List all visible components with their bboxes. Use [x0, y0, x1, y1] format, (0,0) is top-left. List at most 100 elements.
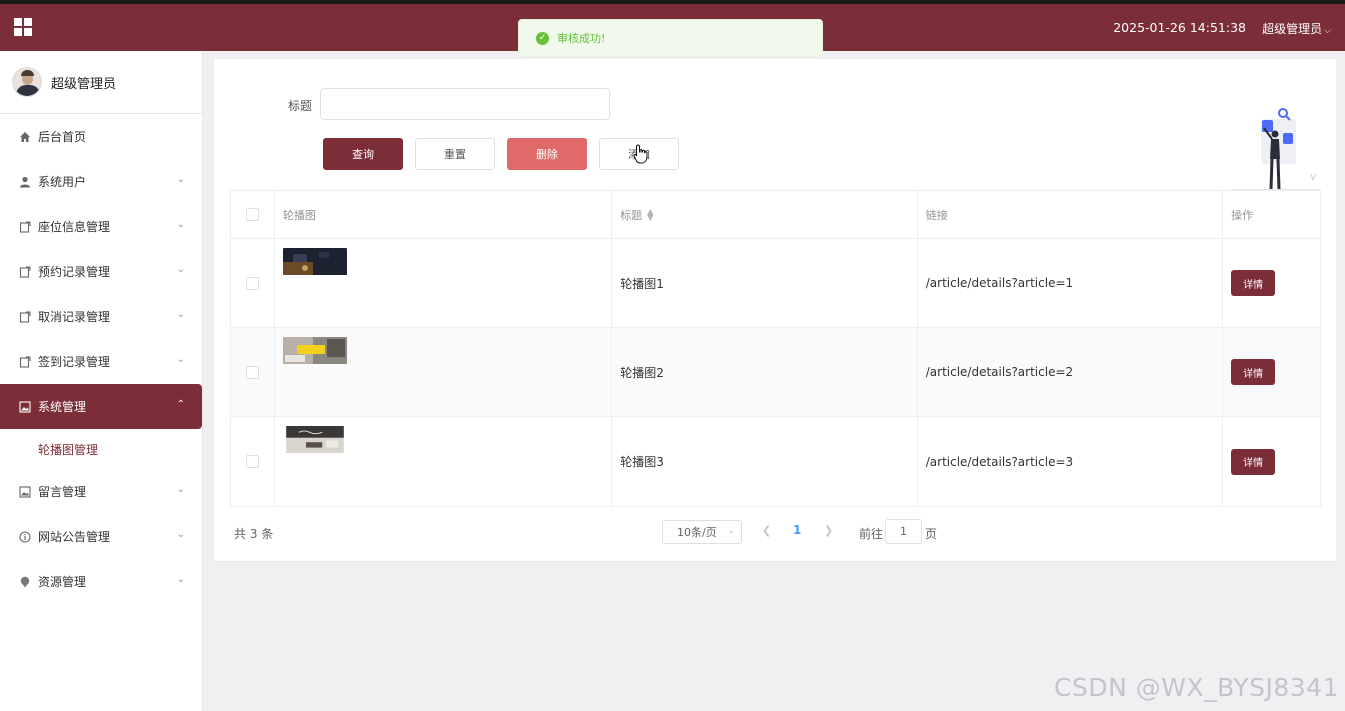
sidebar-item-label: 座位信息管理	[38, 220, 111, 234]
table-row: 轮播图3 /article/details?article=3 详情	[231, 417, 1320, 506]
sidebar-item-label: 资源管理	[38, 575, 87, 589]
sort-icon[interactable]: ▲ ▼	[647, 207, 653, 221]
chevron-down-icon: ⌄	[176, 574, 185, 585]
page-size-value: 10条/页	[677, 526, 717, 539]
profile-name: 超级管理员	[51, 76, 117, 92]
sidebar-item-label: 预约记录管理	[38, 265, 111, 279]
sidebar-item-system-management[interactable]: 系统管理 ⌃	[0, 384, 202, 429]
document-icon	[18, 220, 31, 233]
select-all-checkbox[interactable]	[245, 208, 259, 221]
toast-message: 审核成功!	[557, 32, 606, 45]
document-icon	[18, 310, 31, 323]
delete-button[interactable]: 删除	[507, 138, 587, 170]
sidebar-item-label: 留言管理	[38, 485, 87, 499]
sidebar-item-announcements[interactable]: 网站公告管理 ⌄	[0, 514, 202, 559]
chevron-down-icon: ⌵	[1324, 26, 1331, 36]
title-filter-label: 标题	[288, 99, 313, 113]
chevron-up-icon: ⌃	[176, 399, 185, 410]
sidebar-item-label: 网站公告管理	[38, 530, 111, 544]
hand-cursor-icon	[633, 144, 648, 164]
info-icon	[18, 530, 31, 543]
row-checkbox[interactable]	[245, 276, 259, 290]
table-header: 轮播图 标题 ▲ ▼ 链接 操作	[231, 191, 1320, 239]
page-size-select[interactable]: 10条/页 ⌄	[662, 520, 742, 544]
header-link: 链接	[918, 191, 1224, 238]
search-illustration	[1233, 108, 1319, 191]
home-icon	[18, 130, 31, 143]
chevron-down-icon: ⌄	[176, 309, 185, 320]
avatar	[12, 67, 42, 97]
row-title: 轮播图1	[612, 239, 918, 327]
sidebar-item-label: 后台首页	[38, 130, 87, 144]
sidebar-item-label: 系统用户	[38, 175, 87, 189]
chevron-down-icon: ⌄	[176, 529, 185, 540]
chevron-down-icon: ⌄	[176, 264, 185, 275]
picture-icon	[18, 485, 31, 498]
chevron-down-icon: ⌄	[176, 484, 185, 495]
header-datetime: 2025-01-26 14:51:38	[1113, 20, 1246, 35]
sidebar-item-label: 系统管理	[38, 400, 87, 414]
sidebar-item-checkin-records[interactable]: 签到记录管理 ⌄	[0, 339, 202, 384]
row-checkbox[interactable]	[245, 365, 259, 379]
watermark: CSDN @WX_BYSJ8341	[1054, 673, 1339, 702]
document-icon	[18, 265, 31, 278]
row-title: 轮播图2	[612, 328, 918, 416]
select-all-cell	[231, 191, 275, 238]
sidebar-item-resources[interactable]: 资源管理 ⌄	[0, 559, 202, 604]
sidebar-item-system-users[interactable]: 系统用户 ⌄	[0, 159, 202, 204]
user-icon	[18, 175, 31, 188]
carousel-thumbnail[interactable]	[282, 337, 347, 364]
row-link: /article/details?article=1	[918, 239, 1224, 327]
chevron-down-icon: ⌄	[176, 219, 185, 230]
sidebar-item-label: 取消记录管理	[38, 310, 111, 324]
table-row: 轮播图1 /article/details?article=1 详情	[231, 239, 1320, 328]
row-checkbox[interactable]	[245, 455, 259, 468]
user-name: 超级管理员	[1262, 22, 1323, 36]
success-toast: ✓ 审核成功!	[518, 19, 823, 57]
sidebar-item-home[interactable]: 后台首页	[0, 114, 202, 159]
goto-label: 前往	[859, 527, 884, 541]
detail-button[interactable]: 详情	[1231, 359, 1276, 385]
row-link: /article/details?article=3	[918, 417, 1224, 506]
success-check-icon: ✓	[536, 31, 549, 45]
table-row: 轮播图2 /article/details?article=2 详情	[231, 328, 1320, 417]
sidebar-subitem-label: 轮播图管理	[38, 442, 99, 457]
pagination-total: 共 3 条	[234, 527, 274, 541]
sidebar-item-label: 签到记录管理	[38, 355, 111, 369]
sidebar-item-reservation-records[interactable]: 预约记录管理 ⌄	[0, 249, 202, 294]
detail-button[interactable]: 详情	[1231, 448, 1276, 475]
location-icon	[18, 575, 31, 588]
sidebar-profile: 超级管理员	[0, 51, 202, 114]
next-page-icon[interactable]: ❯	[824, 524, 833, 537]
row-link: /article/details?article=2	[918, 328, 1224, 416]
picture-icon	[18, 400, 31, 413]
title-filter-input[interactable]	[320, 88, 610, 120]
sidebar-item-messages[interactable]: 留言管理 ⌄	[0, 469, 202, 514]
goto-page-input[interactable]: 1	[885, 519, 922, 544]
chevron-down-icon: ⌄	[176, 354, 185, 365]
chevron-down-icon: ⌄	[176, 174, 185, 185]
grid-menu-icon[interactable]	[14, 18, 32, 36]
chevron-down-icon: ⌄	[727, 526, 735, 536]
main-card: 标题 查询 重置 删除 添加 轮播图 标题 ▲▼ 链接 操作	[213, 58, 1337, 562]
header-title[interactable]: 标题 ▲ ▼	[612, 191, 918, 238]
query-button[interactable]: 查询	[323, 138, 403, 170]
header-image: 轮播图	[275, 191, 613, 238]
prev-page-icon[interactable]: ❮	[762, 524, 771, 537]
page-number[interactable]: 1	[793, 523, 801, 537]
document-icon	[18, 355, 31, 368]
carousel-thumbnail[interactable]	[282, 248, 347, 275]
carousel-table: 轮播图 标题 ▲ ▼ 链接 操作 轮播图1 /article/details?ar…	[230, 190, 1321, 507]
header-operation: 操作	[1231, 208, 1254, 222]
reset-button[interactable]: 重置	[415, 138, 495, 170]
sidebar-subitem-carousel[interactable]: 轮播图管理	[0, 429, 202, 469]
header-title-label: 标题	[620, 208, 643, 222]
goto-suffix: 页	[925, 527, 938, 541]
sidebar-item-seat-info[interactable]: 座位信息管理 ⌄	[0, 204, 202, 249]
sidebar: 超级管理员 后台首页 系统用户 ⌄ 座位信息管理 ⌄ 预约记录管理 ⌄ 取消记录…	[0, 51, 203, 711]
row-title: 轮播图3	[612, 417, 918, 506]
detail-button[interactable]: 详情	[1231, 270, 1276, 296]
carousel-thumbnail[interactable]	[283, 426, 347, 453]
sidebar-item-cancel-records[interactable]: 取消记录管理 ⌄	[0, 294, 202, 339]
user-dropdown[interactable]: 超级管理员 ⌵	[1262, 20, 1331, 37]
